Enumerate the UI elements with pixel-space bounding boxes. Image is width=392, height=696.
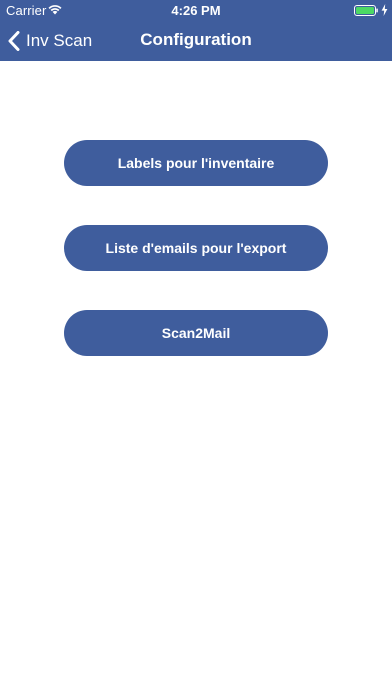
status-bar: Carrier 4:26 PM xyxy=(0,0,392,20)
scan2mail-button[interactable]: Scan2Mail xyxy=(64,310,328,356)
header: Carrier 4:26 PM Inv Scan Configuration xyxy=(0,0,392,61)
export-emails-button[interactable]: Liste d'emails pour l'export xyxy=(64,225,328,271)
clock-time: 4:26 PM xyxy=(171,3,221,18)
navigation-bar: Inv Scan Configuration xyxy=(0,20,392,61)
battery-icon xyxy=(354,5,378,16)
labels-inventory-button[interactable]: Labels pour l'inventaire xyxy=(64,140,328,186)
page-title: Configuration xyxy=(140,30,252,49)
charging-bolt-icon xyxy=(381,4,388,16)
